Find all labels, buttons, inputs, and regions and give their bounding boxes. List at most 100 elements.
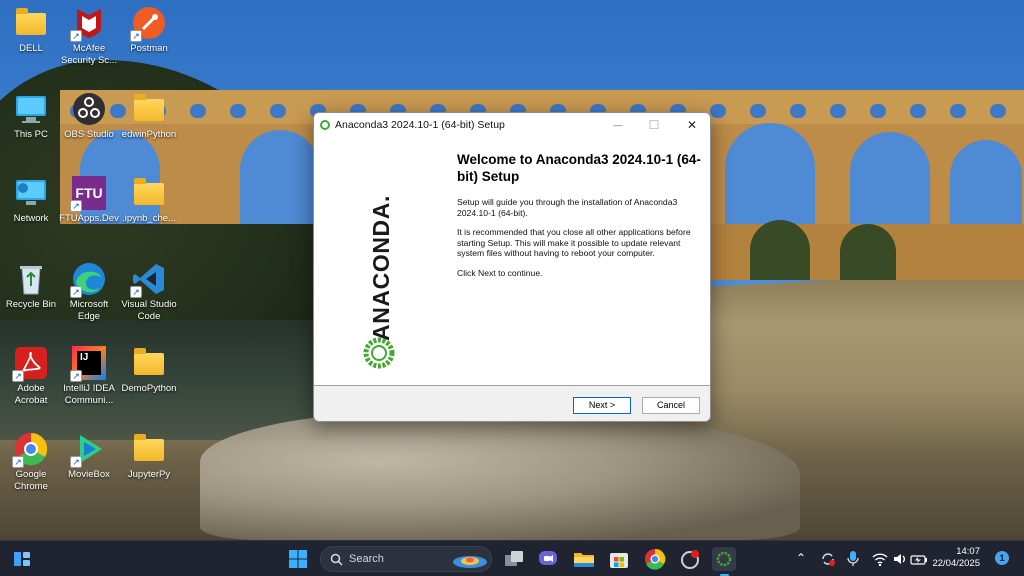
welcome-heading: Welcome to Anaconda3 2024.10-1 (64-bit) …	[457, 152, 701, 184]
desktop-icon-intellij[interactable]: IJ ↗ IntelliJ IDEA Communi...	[58, 346, 120, 407]
clock[interactable]: 14:07 22/04/2025	[930, 546, 980, 570]
network-icon	[14, 176, 48, 210]
acrobat-icon: ↗	[12, 346, 48, 382]
show-hidden-icons-button[interactable]: ⌃	[796, 551, 806, 565]
wifi-icon[interactable]	[872, 551, 888, 567]
minimize-button[interactable]: —	[600, 113, 636, 137]
moviebox-icon: ↗	[70, 432, 106, 468]
anaconda-logo-text: ANACONDA.	[368, 195, 394, 341]
shortcut-arrow-icon: ↗	[12, 456, 24, 468]
anaconda-taskbar-button[interactable]	[712, 547, 736, 576]
shortcut-arrow-icon: ↗	[70, 370, 82, 382]
minimize-icon: —	[613, 120, 623, 130]
close-button[interactable]: ✕	[674, 113, 710, 137]
chrome-taskbar-button[interactable]	[643, 547, 667, 571]
shortcut-arrow-icon: ↗	[12, 370, 24, 382]
monitor-icon	[14, 92, 48, 126]
chrome-icon: ↗	[12, 432, 48, 468]
desktop-icon-ipynb-checkpoints[interactable]: .ipynb_che...	[118, 176, 180, 225]
next-button[interactable]: Next >	[573, 397, 631, 414]
folder-icon	[14, 6, 48, 40]
window-footer: Next > Cancel	[314, 386, 710, 421]
store-icon	[610, 553, 628, 568]
desktop-icon-jupyterpy[interactable]: JupyterPy	[118, 432, 180, 481]
volume-icon[interactable]	[892, 551, 908, 567]
desktop-icon-chrome[interactable]: ↗ Google Chrome	[0, 432, 62, 493]
desktop-icon-dell[interactable]: DELL	[0, 6, 62, 55]
anaconda-setup-window: Anaconda3 2024.10-1 (64-bit) Setup — ☐ ✕…	[313, 112, 711, 422]
desktop-icon-label: OBS Studio	[64, 129, 114, 140]
recording-app-button[interactable]	[678, 547, 702, 571]
desktop-icon-recycle-bin[interactable]: Recycle Bin	[0, 262, 62, 311]
vscode-icon: ↗	[130, 262, 166, 298]
desktop-icon-demopython[interactable]: DemoPython	[118, 346, 180, 395]
widgets-icon	[14, 552, 30, 566]
desktop-icon-edwinpython[interactable]: edwinPython	[118, 92, 180, 141]
desktop-icon-label: Adobe Acrobat	[14, 383, 48, 406]
file-explorer-button[interactable]	[572, 547, 596, 571]
task-view-button[interactable]	[502, 547, 526, 571]
desktop-icon-label: .ipynb_che...	[122, 213, 176, 224]
desktop-icon-moviebox[interactable]: ↗ MovieBox	[58, 432, 120, 481]
cancel-button[interactable]: Cancel	[642, 397, 700, 414]
chrome-icon	[645, 548, 666, 570]
chat-app-button[interactable]	[536, 547, 560, 571]
desktop-icon-label: Network	[13, 213, 49, 224]
shortcut-arrow-icon: ↗	[130, 30, 142, 42]
window-body: ANACONDA. Welcome to Anaconda3 2024.10-1…	[314, 137, 710, 385]
anaconda-ring-icon	[363, 337, 395, 369]
edge-icon: ↗	[70, 262, 106, 298]
clock-date: 22/04/2025	[932, 558, 980, 569]
notification-badge[interactable]: 1	[995, 551, 1009, 565]
shortcut-arrow-icon: ↗	[70, 456, 82, 468]
anaconda-logo-panel: ANACONDA.	[314, 137, 446, 385]
windows-start-icon	[289, 550, 307, 568]
mcafee-shield-icon: ↗	[70, 6, 106, 42]
desktop-icon-network[interactable]: Network	[0, 176, 62, 225]
desktop-icon-this-pc[interactable]: This PC	[0, 92, 62, 141]
taskbar: Search ⌃ 14:07 22/04/2025 1	[0, 540, 1024, 576]
search-highlight-icon	[453, 556, 487, 568]
desktop-icon-vscode[interactable]: ↗ Visual Studio Code	[118, 262, 180, 323]
task-view-icon	[505, 551, 523, 566]
desktop-icon-label: JupyterPy	[127, 469, 171, 480]
desktop-icon-label: IntelliJ IDEA Communi...	[63, 383, 115, 406]
start-button[interactable]	[286, 547, 310, 571]
desktop-icon-label: DELL	[19, 43, 43, 54]
shortcut-arrow-icon: ↗	[70, 200, 82, 212]
desktop-icon-edge[interactable]: ↗ Microsoft Edge	[58, 262, 120, 323]
search-icon	[330, 553, 343, 566]
battery-charging-icon[interactable]	[910, 551, 928, 567]
desktop-icon-postman[interactable]: ↗ Postman	[118, 6, 180, 55]
clock-time: 14:07	[956, 546, 980, 557]
folder-icon	[132, 92, 166, 126]
desktop-icon-label: Recycle Bin	[5, 299, 57, 310]
desktop-icon-obs[interactable]: OBS Studio	[58, 92, 120, 141]
desktop-icon-ftuapps[interactable]: FTU ↗ FTUApps.Dev	[58, 176, 120, 225]
anaconda-app-icon	[320, 120, 330, 130]
desktop-icon-label: edwinPython	[121, 129, 177, 140]
microphone-icon[interactable]	[846, 550, 860, 568]
folder-icon	[132, 432, 166, 466]
search-placeholder: Search	[349, 553, 384, 565]
anaconda-icon	[716, 551, 732, 567]
continue-instruction: Click Next to continue.	[457, 267, 543, 278]
folder-icon	[132, 176, 166, 210]
desktop-icon-label: McAfee Security Sc...	[61, 43, 117, 66]
sync-icon[interactable]	[820, 551, 836, 567]
ftu-app-icon: FTU ↗	[70, 176, 106, 212]
obs-icon	[72, 92, 106, 126]
desktop-icon-adobe-acrobat[interactable]: ↗ Adobe Acrobat	[0, 346, 62, 407]
taskbar-search[interactable]: Search	[320, 546, 492, 572]
shortcut-arrow-icon: ↗	[70, 286, 82, 298]
maximize-icon: ☐	[648, 118, 660, 132]
desktop-icon-label: MovieBox	[68, 469, 110, 480]
widgets-button[interactable]	[10, 547, 34, 571]
microsoft-store-button[interactable]	[607, 547, 631, 571]
window-titlebar[interactable]: Anaconda3 2024.10-1 (64-bit) Setup — ☐ ✕	[314, 113, 710, 137]
shortcut-arrow-icon: ↗	[70, 30, 82, 42]
wallpaper-rocks	[200, 410, 800, 540]
chat-icon	[539, 551, 557, 565]
anaconda-logo: ANACONDA.	[358, 191, 400, 373]
desktop-icon-mcafee[interactable]: ↗ McAfee Security Sc...	[58, 6, 120, 67]
